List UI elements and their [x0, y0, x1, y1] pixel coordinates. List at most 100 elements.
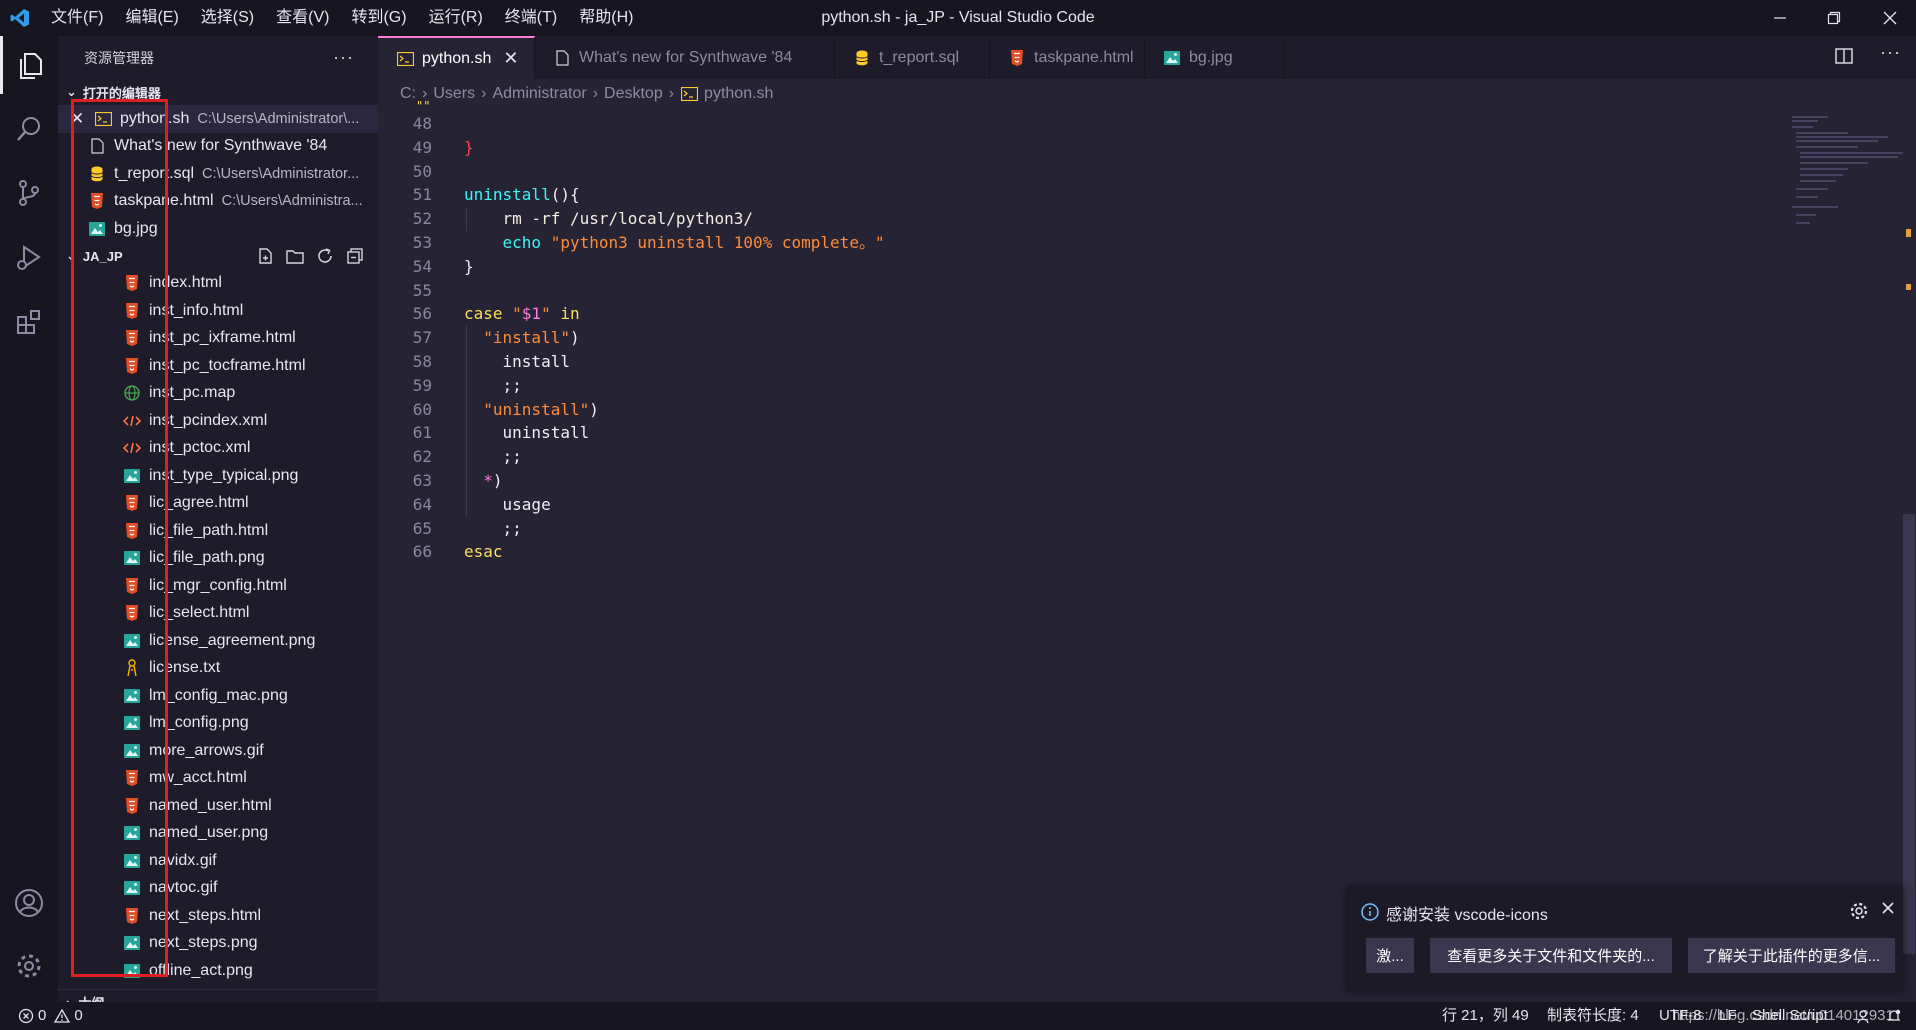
tab-what-s-new-for-synthwave-84[interactable]: What's new for Synthwave '84: [535, 36, 835, 79]
gear-icon[interactable]: [0, 937, 58, 995]
file-tree-item[interactable]: lic_file_path.png: [58, 545, 378, 573]
menu-item-2[interactable]: 选择(S): [190, 0, 265, 36]
code-line[interactable]: "install"): [464, 326, 579, 350]
explorer-icon[interactable]: [0, 36, 58, 94]
file-tree-item[interactable]: lm_config.png: [58, 710, 378, 738]
file-tree-item[interactable]: lic_mgr_config.html: [58, 572, 378, 600]
code-line[interactable]: rm -rf /usr/local/python3/: [464, 207, 753, 231]
code-line[interactable]: "uninstall"): [464, 398, 599, 422]
notifications-bell-icon[interactable]: [1886, 1002, 1902, 1030]
code-line[interactable]: case "$1" in: [464, 302, 580, 326]
notification-button-activate[interactable]: 激...: [1366, 938, 1414, 973]
file-tree-item[interactable]: inst_pc.map: [58, 380, 378, 408]
more-actions-icon[interactable]: ···: [333, 47, 354, 68]
tab-bg-jpg[interactable]: bg.jpg: [1145, 36, 1285, 79]
file-tree-item[interactable]: lic_select.html: [58, 600, 378, 628]
close-icon[interactable]: [1880, 900, 1896, 921]
code-line[interactable]: uninstall: [464, 421, 590, 445]
new-file-icon[interactable]: [256, 247, 274, 265]
editor-more-actions-icon[interactable]: ···: [1880, 42, 1901, 63]
tab-t-report-sql[interactable]: t_report.sql: [835, 36, 990, 79]
new-folder-icon[interactable]: [286, 247, 304, 265]
menu-item-0[interactable]: 文件(F): [40, 0, 114, 36]
file-tree-item[interactable]: license.txt: [58, 655, 378, 683]
image-icon: [123, 962, 141, 980]
file-tree-item[interactable]: index.html: [58, 270, 378, 298]
breadcrumb-item[interactable]: python.sh: [704, 85, 773, 103]
gear-icon[interactable]: [1849, 901, 1869, 926]
code-line[interactable]: ;;: [464, 445, 522, 469]
code-line[interactable]: }: [464, 255, 474, 279]
file-tree-item[interactable]: lm_config_mac.png: [58, 682, 378, 710]
file-tree-item[interactable]: inst_info.html: [58, 297, 378, 325]
code-line[interactable]: echo "python3 uninstall 100% complete。": [464, 231, 885, 255]
file-tree-item[interactable]: mw_acct.html: [58, 765, 378, 793]
menu-item-5[interactable]: 运行(R): [418, 0, 494, 36]
open-editor-item[interactable]: bg.jpg: [58, 215, 378, 243]
extensions-icon[interactable]: [0, 292, 58, 350]
open-editor-item[interactable]: What's new for Synthwave '84: [58, 133, 378, 161]
file-tree-item[interactable]: lic_file_path.html: [58, 517, 378, 545]
code-line[interactable]: ;;: [464, 517, 522, 541]
file-tree-item[interactable]: lic_agree.html: [58, 490, 378, 518]
code-line[interactable]: install: [464, 350, 570, 374]
file-tree-item[interactable]: inst_pc_tocframe.html: [58, 352, 378, 380]
breadcrumb-item[interactable]: Administrator: [492, 85, 586, 103]
file-tree-item[interactable]: inst_pctoc.xml: [58, 435, 378, 463]
file-tree-item[interactable]: offline_act.png: [58, 957, 378, 985]
folder-header[interactable]: ⌄ JA_JP: [58, 243, 378, 270]
editor-scrollbar[interactable]: [1903, 514, 1915, 954]
file-tree-item[interactable]: inst_pcindex.xml: [58, 407, 378, 435]
open-editor-item[interactable]: taskpane.html C:\Users\Administra...: [58, 188, 378, 216]
search-icon[interactable]: [0, 100, 58, 158]
close-icon[interactable]: ✕: [70, 109, 88, 129]
minimize-button[interactable]: [1754, 0, 1806, 36]
split-editor-icon[interactable]: [1834, 46, 1854, 71]
code-line[interactable]: *): [464, 469, 502, 493]
menu-item-4[interactable]: 转到(G): [340, 0, 417, 36]
feedback-icon[interactable]: [1855, 1002, 1871, 1030]
minimap[interactable]: [1788, 111, 1908, 251]
source-control-icon[interactable]: [0, 164, 58, 222]
file-tree-item[interactable]: named_user.png: [58, 820, 378, 848]
menu-item-7[interactable]: 帮助(H): [568, 0, 644, 36]
code-line[interactable]: }: [464, 136, 474, 160]
tab-taskpane-html[interactable]: taskpane.html: [990, 36, 1145, 79]
file-tree-item[interactable]: named_user.html: [58, 792, 378, 820]
notification-button-learn-plugin[interactable]: 了解关于此插件的更多信...: [1688, 938, 1895, 973]
account-icon[interactable]: [0, 874, 58, 932]
refresh-icon[interactable]: [316, 247, 334, 265]
tab-python-sh[interactable]: python.sh ✕: [378, 36, 535, 79]
breadcrumb-item[interactable]: C:: [400, 85, 416, 103]
collapse-all-icon[interactable]: [346, 247, 364, 265]
notification-button-learn-files[interactable]: 查看更多关于文件和文件夹的...: [1430, 938, 1672, 973]
tab-size[interactable]: 制表符长度: 4: [1547, 1002, 1639, 1030]
maximize-button[interactable]: [1808, 0, 1860, 36]
code-line[interactable]: uninstall(){: [464, 183, 580, 207]
file-tree-item[interactable]: next_steps.png: [58, 930, 378, 958]
open-editors-header[interactable]: ⌄ 打开的编辑器: [58, 79, 378, 105]
cursor-position[interactable]: 行 21，列 49: [1442, 1002, 1529, 1030]
breadcrumb-item[interactable]: Desktop: [604, 85, 663, 103]
problems-indicator[interactable]: 0 0: [18, 1002, 83, 1030]
file-tree-item[interactable]: navidx.gif: [58, 847, 378, 875]
menu-item-3[interactable]: 查看(V): [265, 0, 340, 36]
file-tree-item[interactable]: navtoc.gif: [58, 875, 378, 903]
run-debug-icon[interactable]: [0, 228, 58, 286]
menu-item-1[interactable]: 编辑(E): [114, 0, 189, 36]
close-tab-icon[interactable]: ✕: [503, 48, 518, 69]
code-editor[interactable]: "" 48 49} 50 51 uninstall(){52 rm -rf /usr/l…: [378, 99, 1916, 1002]
code-line[interactable]: ;;: [464, 374, 522, 398]
file-tree-item[interactable]: inst_pc_ixframe.html: [58, 325, 378, 353]
code-line[interactable]: usage: [464, 493, 551, 517]
file-tree-item[interactable]: license_agreement.png: [58, 627, 378, 655]
menu-item-6[interactable]: 终端(T): [494, 0, 568, 36]
file-tree-item[interactable]: inst_type_typical.png: [58, 462, 378, 490]
open-editor-item[interactable]: t_report.sql C:\Users\Administrator...: [58, 160, 378, 188]
file-tree-item[interactable]: next_steps.html: [58, 902, 378, 930]
breadcrumb-item[interactable]: Users: [433, 85, 475, 103]
open-editor-item[interactable]: ✕ python.sh C:\Users\Administrator\...: [58, 105, 378, 133]
file-tree-item[interactable]: more_arrows.gif: [58, 737, 378, 765]
close-window-button[interactable]: [1864, 0, 1916, 36]
code-line[interactable]: esac: [464, 540, 503, 564]
